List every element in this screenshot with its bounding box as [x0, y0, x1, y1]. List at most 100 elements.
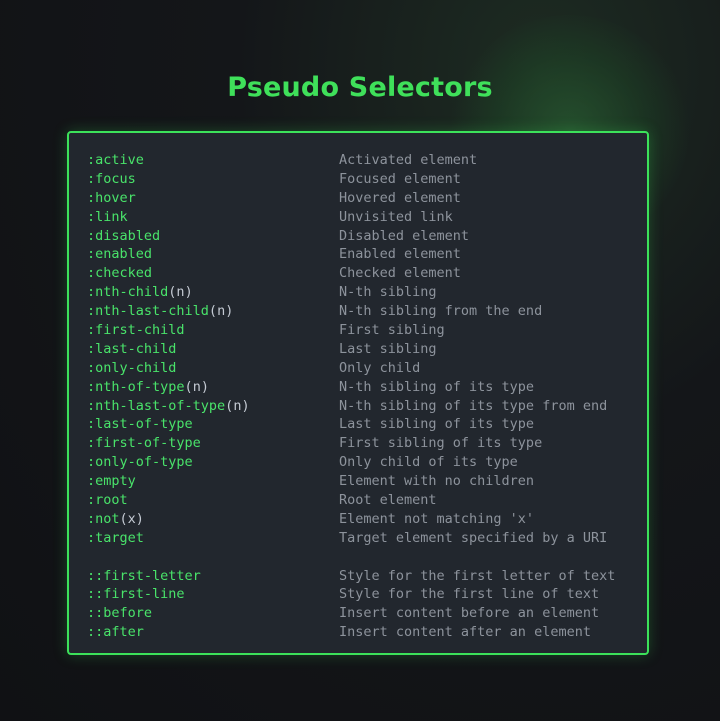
- selector-row: :not(x) Element not matching 'x': [87, 510, 647, 529]
- selector-keyword: :active: [87, 152, 144, 168]
- selector-name: :last-of-type: [87, 415, 339, 434]
- selector-description: N-th sibling of its type: [339, 378, 535, 395]
- selector-row: :root Root element: [87, 491, 647, 510]
- selector-description: Element with no children: [339, 473, 535, 490]
- selector-name: ::first-letter: [87, 567, 339, 586]
- selector-name: :target: [87, 529, 339, 548]
- selector-row: :only-child Only child: [87, 359, 647, 378]
- selector-name: :nth-child(n): [87, 283, 339, 302]
- selector-name: :nth-last-child(n): [87, 302, 339, 321]
- selector-keyword: :checked: [87, 265, 153, 282]
- selector-row: :nth-child(n) N-th sibling: [87, 283, 647, 302]
- selector-name: :nth-last-of-type(n): [87, 397, 339, 416]
- selector-keyword: :nth-of-type: [87, 378, 185, 395]
- selector-name: :link: [87, 208, 339, 227]
- selector-keyword: :not: [87, 510, 120, 527]
- selector-description: Target element specified by a URI: [339, 529, 608, 546]
- page-title: Pseudo Selectors: [227, 72, 493, 103]
- selector-name: :first-child: [87, 321, 339, 340]
- close-paren: ): [184, 284, 193, 301]
- selector-keyword: :empty: [87, 473, 136, 490]
- selector-keyword: :only-of-type: [87, 454, 193, 471]
- selector-keyword: :focus: [87, 170, 136, 187]
- selector-name: ::first-line: [87, 585, 339, 604]
- selector-row: :nth-last-of-type(n) N-th sibling of its …: [87, 397, 647, 416]
- selector-row: :first-child First sibling: [87, 321, 647, 340]
- selector-keyword: ::first-letter: [87, 567, 201, 584]
- selector-name: :active: [87, 151, 339, 170]
- close-paren: ): [135, 510, 144, 527]
- selector-name: :only-child: [87, 359, 339, 378]
- selector-row: :disabled Disabled element: [87, 227, 647, 246]
- selector-description: First sibling: [339, 322, 445, 339]
- selector-row: :active Activated element: [87, 151, 647, 170]
- open-paren: (: [119, 510, 128, 527]
- selector-description: Style for the first letter of text: [339, 567, 616, 584]
- selector-keyword: :root: [87, 492, 128, 509]
- selector-description: N-th sibling: [339, 284, 437, 301]
- selector-keyword: ::after: [87, 624, 144, 641]
- close-paren: ): [200, 378, 209, 395]
- selector-reference-card: :active Activated element :focus Focused el…: [67, 131, 649, 655]
- selector-keyword: :link: [87, 208, 128, 225]
- selector-row: ::first-line Style for the first line of …: [87, 585, 647, 604]
- selector-description: Activated element: [339, 152, 478, 168]
- selector-description: Last sibling: [339, 340, 437, 357]
- selector-row: :first-of-type First sibling of its type: [87, 434, 647, 453]
- selector-name: :focus: [87, 170, 339, 189]
- selector-name: :disabled: [87, 227, 339, 246]
- selector-description: Only child of its type: [339, 454, 518, 471]
- selector-row: :link Unvisited link: [87, 208, 647, 227]
- close-paren: ): [241, 397, 250, 414]
- selector-keyword: :target: [87, 529, 144, 546]
- selector-row: ::before Insert content before an element: [87, 604, 647, 623]
- selector-keyword: :last-child: [87, 340, 177, 357]
- selector-name: :not(x): [87, 510, 339, 529]
- selector-row: :enabled Enabled element: [87, 245, 647, 264]
- selector-list: :active Activated element :focus Focused el…: [87, 151, 647, 642]
- open-paren: (: [208, 303, 218, 320]
- selector-name: ::after: [87, 623, 339, 642]
- selector-row: :empty Element with no children: [87, 472, 647, 491]
- selector-row: :hover Hovered element: [87, 189, 647, 208]
- selector-name: :nth-of-type(n): [87, 378, 339, 397]
- selector-keyword: :nth-child: [87, 284, 169, 301]
- selector-description: Insert content before an element: [339, 605, 600, 622]
- selector-argument: n: [192, 378, 201, 395]
- selector-row: :nth-last-child(n) N-th sibling from the …: [87, 302, 647, 321]
- selector-name: :enabled: [87, 245, 339, 264]
- selector-description: N-th sibling from the end: [339, 303, 543, 320]
- close-paren: ): [225, 303, 234, 320]
- selector-argument: x: [127, 510, 136, 527]
- selector-keyword: ::first-line: [87, 586, 185, 603]
- selector-description: Hovered element: [339, 189, 461, 206]
- selector-row: :focus Focused element: [87, 170, 647, 189]
- selector-description: Focused element: [339, 170, 461, 187]
- selector-name: :last-child: [87, 340, 339, 359]
- selector-description: Disabled element: [339, 227, 470, 244]
- selector-description: Enabled element: [339, 246, 461, 263]
- selector-name: :checked: [87, 264, 339, 283]
- selector-argument: n: [217, 303, 226, 320]
- selector-description: First sibling of its type: [339, 435, 543, 452]
- selector-keyword: :nth-last-of-type: [87, 397, 226, 414]
- selector-description: Unvisited link: [339, 208, 453, 225]
- selector-keyword: ::before: [87, 605, 153, 622]
- selector-keyword: :nth-last-child: [87, 303, 209, 320]
- selector-name: :only-of-type: [87, 453, 339, 472]
- selector-row: ::after Insert content after an element: [87, 623, 647, 642]
- selector-keyword: :enabled: [87, 246, 153, 263]
- selector-description: Style for the first line of text: [339, 586, 600, 603]
- selector-name: :first-of-type: [87, 434, 339, 453]
- selector-name: :hover: [87, 189, 339, 208]
- selector-row: :target Target element specified by a URI: [87, 529, 647, 548]
- selector-description: Insert content after an element: [339, 624, 591, 641]
- selector-keyword: :disabled: [87, 227, 161, 244]
- open-paren: (: [184, 378, 193, 395]
- selector-name: ::before: [87, 604, 339, 623]
- selector-row: :nth-of-type(n) N-th sibling of its type: [87, 378, 647, 397]
- selector-keyword: :first-of-type: [87, 435, 201, 452]
- selector-argument: n: [176, 284, 185, 301]
- selector-description: Element not matching 'x': [339, 510, 535, 527]
- selector-description: Root element: [339, 492, 437, 509]
